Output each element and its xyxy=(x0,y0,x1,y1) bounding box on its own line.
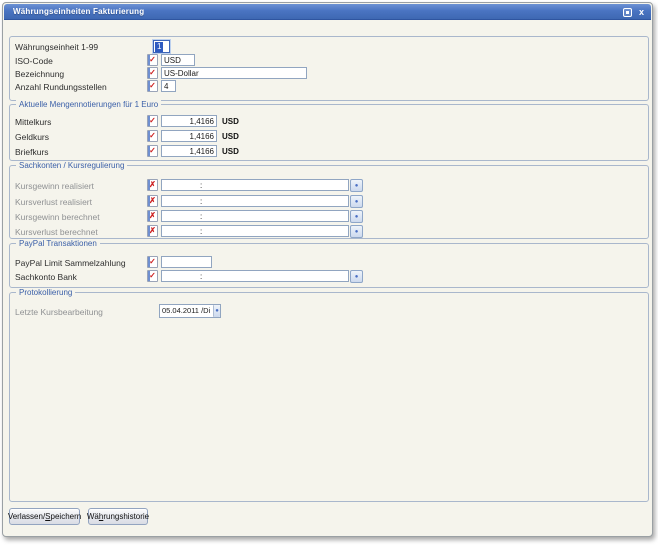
check-button-iso-code[interactable]: ✓ xyxy=(147,54,158,66)
groupbox-quotations: Aktuelle Mengennotierungen für 1 Euro xyxy=(9,104,649,161)
check-button-geldkurs[interactable]: ✓ xyxy=(147,130,158,142)
label-briefkurs: Briefkurs xyxy=(15,147,49,157)
sachkonto-bank-field[interactable] xyxy=(161,270,349,282)
check-button-bezeichnung[interactable]: ✓ xyxy=(147,67,158,79)
legend-protocol: Protokollierung xyxy=(16,288,75,297)
lookup-button-kursgewinn-berechnet[interactable]: ● xyxy=(350,210,363,223)
kursgewinn-realisiert-field[interactable] xyxy=(161,179,349,191)
legend-accounts: Sachkonten / Kursregulierung xyxy=(16,161,127,170)
label-sachkonto-bank: Sachkonto Bank xyxy=(15,272,77,282)
cross-button-kursgewinn-realisiert[interactable]: ✗ xyxy=(147,179,158,191)
lookup-button-kursgewinn-realisiert[interactable]: ● xyxy=(350,179,363,192)
cross-button-kursgewinn-berechnet[interactable]: ✗ xyxy=(147,210,158,222)
briefkurs-field[interactable] xyxy=(161,145,217,157)
bezeichnung-field[interactable] xyxy=(161,67,307,79)
kursverlust-realisiert-field[interactable] xyxy=(161,195,349,207)
currency-history-button[interactable]: Währungshistorie xyxy=(88,508,148,525)
check-button-sachkonto-bank[interactable]: ✓ xyxy=(147,270,158,282)
currency-unit-field[interactable]: 1 xyxy=(153,40,170,53)
cross-button-kursverlust-realisiert[interactable]: ✗ xyxy=(147,195,158,207)
window-title: Währungseinheiten Fakturierung xyxy=(4,7,144,16)
label-mittelkurs: Mittelkurs xyxy=(15,117,51,127)
lookup-button-kursverlust-realisiert[interactable]: ● xyxy=(350,195,363,208)
iso-code-field[interactable] xyxy=(161,54,195,66)
kursverlust-berechnet-field[interactable] xyxy=(161,225,349,237)
rundungsstellen-field[interactable] xyxy=(161,80,176,92)
briefkurs-currency: USD xyxy=(222,147,239,157)
save-exit-button[interactable]: Verlassen/Speichern xyxy=(9,508,80,525)
title-bar: Währungseinheiten Fakturierung x xyxy=(4,4,651,20)
currency-unit-value: 1 xyxy=(155,42,163,52)
dialog-window: Währungseinheiten Fakturierung x Währung… xyxy=(2,2,653,537)
lookup-button-sachkonto-bank[interactable]: ● xyxy=(350,270,363,283)
restore-icon[interactable] xyxy=(623,8,632,17)
legend-quotations: Aktuelle Mengennotierungen für 1 Euro xyxy=(16,100,161,109)
letzte-kursbearbeitung-value: 05.04.2011 /Di xyxy=(160,305,212,317)
kursgewinn-berechnet-field[interactable] xyxy=(161,210,349,222)
legend-paypal: PayPal Transaktionen xyxy=(16,239,100,248)
lookup-button-kursverlust-berechnet[interactable]: ● xyxy=(350,225,363,238)
check-button-mittelkurs[interactable]: ✓ xyxy=(147,115,158,127)
mittelkurs-field[interactable] xyxy=(161,115,217,127)
paypal-limit-field[interactable] xyxy=(161,256,212,268)
label-bezeichnung: Bezeichnung xyxy=(15,69,64,79)
label-letzte-kursbearbeitung: Letzte Kursbearbeitung xyxy=(15,307,103,317)
label-currency-unit: Währungseinheit 1-99 xyxy=(15,42,98,52)
label-geldkurs: Geldkurs xyxy=(15,132,49,142)
geldkurs-currency: USD xyxy=(222,132,239,142)
window-controls: x xyxy=(623,4,644,20)
label-rundungsstellen: Anzahl Rundungsstellen xyxy=(15,82,107,92)
label-kursverlust-realisiert: Kursverlust realisiert xyxy=(15,197,92,207)
geldkurs-field[interactable] xyxy=(161,130,217,142)
label-kursgewinn-berechnet: Kursgewinn berechnet xyxy=(15,212,100,222)
date-spinner-button[interactable]: ● xyxy=(213,305,220,317)
label-kursgewinn-realisiert: Kursgewinn realisiert xyxy=(15,181,94,191)
label-kursverlust-berechnet: Kursverlust berechnet xyxy=(15,227,98,237)
cross-button-kursverlust-berechnet[interactable]: ✗ xyxy=(147,225,158,237)
check-button-briefkurs[interactable]: ✓ xyxy=(147,145,158,157)
mittelkurs-currency: USD xyxy=(222,117,239,127)
label-iso-code: ISO-Code xyxy=(15,56,53,66)
check-button-rundungsstellen[interactable]: ✓ xyxy=(147,80,158,92)
label-paypal-limit: PayPal Limit Sammelzahlung xyxy=(15,258,126,268)
letzte-kursbearbeitung-field[interactable]: 05.04.2011 /Di ● xyxy=(159,304,221,318)
groupbox-protocol: Protokollierung xyxy=(9,292,649,502)
check-button-paypal-limit[interactable]: ✓ xyxy=(147,256,158,268)
close-icon[interactable]: x xyxy=(639,4,644,20)
